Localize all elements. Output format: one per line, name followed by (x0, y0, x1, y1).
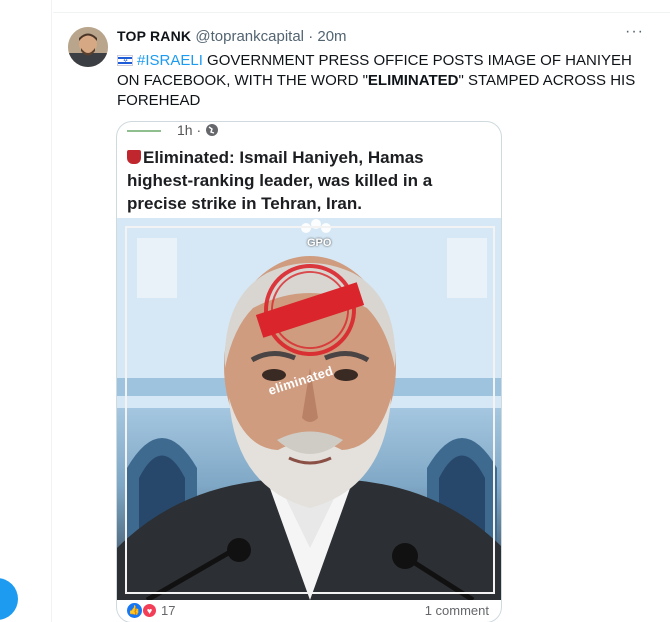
fb-post-time: 1h · (177, 122, 202, 138)
page: TOP RANK @toprankcapital · 20m ··· ✡ #ISR… (0, 0, 670, 622)
fb-post-text-block: Eliminated: Ismail Haniyeh, Hamas highes… (127, 146, 493, 215)
gpo-watermark: GPO (307, 237, 332, 249)
love-reaction-icon: ♥ (142, 603, 157, 618)
tweet-text: ✡ #ISRAELI GOVERNMENT PRESS OFFICE POSTS … (117, 51, 657, 111)
author-name[interactable]: TOP RANK (117, 28, 191, 44)
compose-button[interactable] (0, 578, 18, 620)
israel-flag-icon: ✡ (117, 55, 133, 66)
author-handle[interactable]: @toprankcapital (195, 28, 304, 45)
attached-image[interactable]: 1h · Eliminated: Ismail Haniyeh, Hamas h… (116, 121, 502, 622)
fb-post-text: Eliminated: Ismail Haniyeh, Hamas highes… (127, 148, 433, 213)
globe-icon (206, 124, 219, 136)
haniyeh-photo: GPO eliminated (117, 218, 501, 600)
avatar-image (68, 27, 108, 67)
fb-post-header: 1h · (127, 122, 219, 138)
comment-count[interactable]: 1 comment (425, 603, 489, 618)
like-reaction-icon: 👍 (127, 603, 142, 618)
more-options-icon[interactable]: ··· (625, 23, 644, 41)
avatar[interactable] (68, 27, 108, 67)
tweet-header: TOP RANK @toprankcapital · 20m (117, 28, 630, 45)
photo-border (125, 226, 495, 594)
tweet-text-bold: ELIMINATED (367, 72, 459, 89)
reactions-summary[interactable]: 👍 ♥ 17 (127, 603, 175, 618)
page-logo (127, 122, 161, 132)
tweet[interactable]: TOP RANK @toprankcapital · 20m ··· ✡ #ISR… (53, 12, 670, 622)
dot-separator: · (308, 28, 314, 45)
reaction-count: 17 (161, 603, 176, 618)
tweet-time[interactable]: 20m (317, 28, 346, 45)
hashtag-link[interactable]: #ISRAELI (137, 52, 203, 69)
red-lantern-icon (127, 150, 141, 164)
left-sidebar (0, 0, 52, 622)
